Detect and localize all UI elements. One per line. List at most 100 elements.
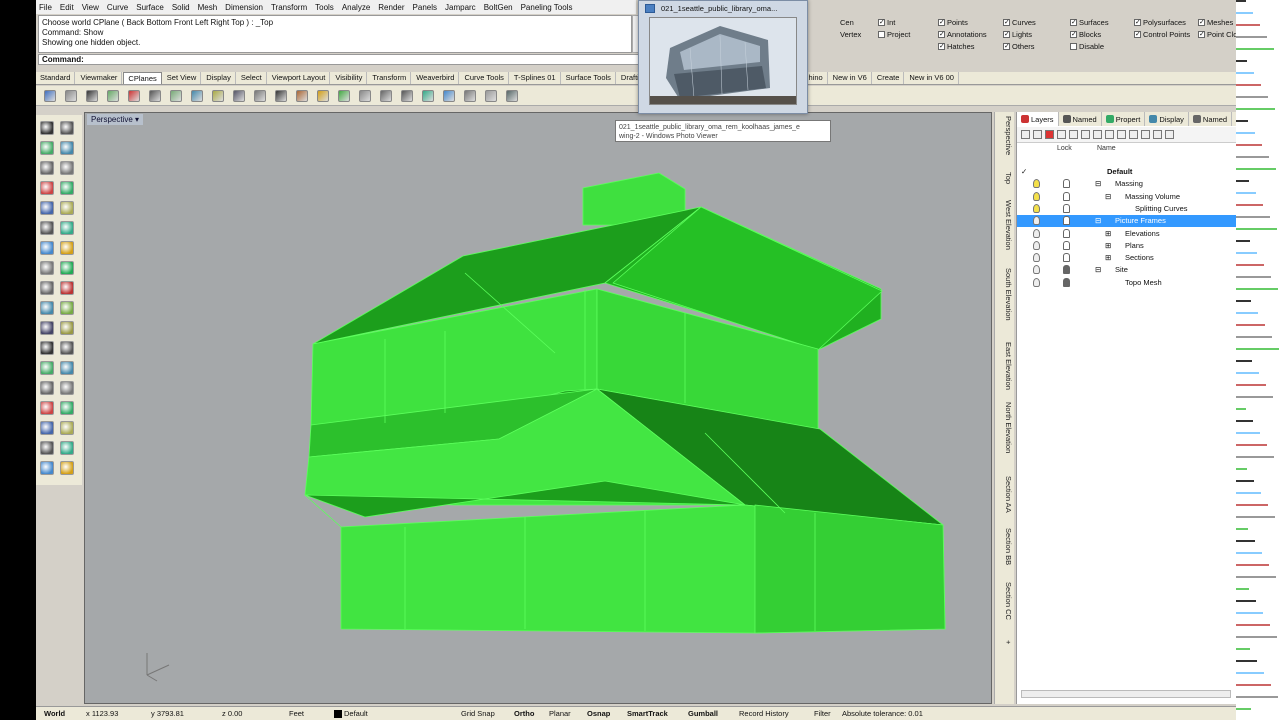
filter-point-clouds[interactable]: ✓Point Clouds — [1198, 30, 1236, 39]
drawing-tool-icon[interactable] — [60, 381, 74, 395]
tab-standard[interactable]: Standard — [36, 72, 76, 84]
menu-edit[interactable]: Edit — [60, 3, 74, 12]
menu-file[interactable]: File — [39, 3, 52, 12]
drawing-tool-icon[interactable] — [60, 361, 74, 375]
drawing-tool-icon[interactable] — [60, 401, 74, 415]
view-tab-east-elevation[interactable]: East Elevation — [997, 342, 1013, 390]
drawing-tool-icon[interactable] — [40, 361, 54, 375]
tab-new-in-v6-00[interactable]: New in V6 00 — [905, 72, 959, 84]
layer-tool-icon[interactable] — [1081, 130, 1090, 139]
drawing-tool-icon[interactable] — [40, 201, 54, 215]
layer-row[interactable]: ⊞ Elevations — [1017, 228, 1236, 240]
visibility-bulb-icon[interactable] — [1033, 228, 1040, 238]
layer-row[interactable]: ⊟ Massing — [1017, 178, 1236, 190]
grid-snap-toggle[interactable]: Grid Snap — [461, 709, 495, 718]
drawing-tool-icon[interactable] — [40, 281, 54, 295]
osnap-int[interactable]: ✓ Int — [878, 18, 895, 27]
lock-icon[interactable] — [1063, 253, 1070, 263]
visibility-bulb-icon[interactable] — [1033, 277, 1040, 287]
cplane-tool-icon[interactable] — [338, 90, 350, 102]
drawing-tool-icon[interactable] — [60, 261, 74, 275]
menu-view[interactable]: View — [82, 3, 99, 12]
add-view-tab-button[interactable]: + — [997, 640, 1013, 644]
command-input[interactable]: Command: — [38, 54, 642, 65]
layer-row[interactable]: Splitting Curves — [1017, 203, 1236, 215]
view-tab-west-elevation[interactable]: West Elevation — [997, 200, 1013, 250]
collapse-icon[interactable]: ⊟ — [1095, 179, 1101, 188]
drawing-tool-icon[interactable] — [40, 121, 54, 135]
drawing-tool-icon[interactable] — [60, 421, 74, 435]
perspective-viewport[interactable]: Perspective ▾ — [84, 112, 992, 704]
drawing-tool-icon[interactable] — [40, 161, 54, 175]
view-tab-section-bb[interactable]: Section BB — [997, 528, 1013, 565]
cplane-tool-icon[interactable] — [44, 90, 56, 102]
drawing-tool-icon[interactable] — [40, 301, 54, 315]
layer-row[interactable]: Topo Mesh — [1017, 277, 1236, 289]
menu-jamparc[interactable]: Jamparc — [445, 3, 476, 12]
drawing-tool-icon[interactable] — [60, 241, 74, 255]
drawing-tool-icon[interactable] — [60, 281, 74, 295]
cplane-tool-icon[interactable] — [464, 90, 476, 102]
expand-icon[interactable]: ⊞ — [1105, 229, 1111, 238]
layer-tool-icon[interactable] — [1129, 130, 1138, 139]
filter-control-points[interactable]: ✓ Control Points — [1134, 30, 1190, 39]
layer-tool-icon[interactable] — [1045, 130, 1054, 139]
coord-system[interactable]: World — [44, 709, 65, 718]
visibility-bulb-icon[interactable] — [1033, 240, 1040, 250]
ortho-toggle[interactable]: Ortho — [514, 709, 534, 718]
drawing-tool-icon[interactable] — [40, 241, 54, 255]
layer-row[interactable]: ⊟ Massing Volume — [1017, 191, 1236, 203]
visibility-bulb-icon[interactable] — [1033, 179, 1040, 189]
drawing-tool-icon[interactable] — [40, 321, 54, 335]
cplane-tool-icon[interactable] — [170, 90, 182, 102]
drawing-tool-icon[interactable] — [40, 341, 54, 355]
visibility-bulb-icon[interactable] — [1033, 216, 1040, 226]
menu-dimension[interactable]: Dimension — [225, 3, 263, 12]
drawing-tool-icon[interactable] — [60, 141, 74, 155]
cplane-tool-icon[interactable] — [401, 90, 413, 102]
layer-tool-icon[interactable] — [1117, 130, 1126, 139]
menu-tools[interactable]: Tools — [315, 3, 334, 12]
panel-tab-named[interactable]: Named — [1059, 112, 1102, 126]
cplane-tool-icon[interactable] — [233, 90, 245, 102]
cplane-tool-icon[interactable] — [422, 90, 434, 102]
visibility-bulb-icon[interactable] — [1033, 191, 1040, 201]
layer-tool-icon[interactable] — [1141, 130, 1150, 139]
tab-visibility[interactable]: Visibility — [331, 72, 368, 84]
cplane-tool-icon[interactable] — [485, 90, 497, 102]
filter-hatches[interactable]: ✓ Hatches — [938, 42, 975, 51]
visibility-bulb-icon[interactable] — [1033, 265, 1040, 275]
drawing-tool-icon[interactable] — [40, 261, 54, 275]
layer-tool-icon[interactable] — [1057, 130, 1066, 139]
cplane-tool-icon[interactable] — [317, 90, 329, 102]
drawing-tool-icon[interactable] — [40, 141, 54, 155]
drawing-tool-icon[interactable] — [60, 161, 74, 175]
lock-icon[interactable] — [1063, 179, 1070, 189]
visibility-bulb-icon[interactable] — [1033, 253, 1040, 263]
osnap-cen[interactable]: Cen — [840, 18, 854, 27]
menu-transform[interactable]: Transform — [271, 3, 307, 12]
layer-row[interactable]: ⊟ Picture Frames — [1017, 215, 1236, 228]
cplane-tool-icon[interactable] — [86, 90, 98, 102]
layer-row[interactable]: ✓ Default — [1017, 166, 1236, 178]
view-tab-north-elevation[interactable]: North Elevation — [997, 402, 1013, 453]
cplane-tool-icon[interactable] — [212, 90, 224, 102]
tab-surface-tools[interactable]: Surface Tools — [562, 72, 616, 84]
drawing-tool-icon[interactable] — [60, 441, 74, 455]
filter-toggle[interactable]: Filter — [814, 709, 831, 718]
smarttrack-toggle[interactable]: SmartTrack — [627, 709, 668, 718]
drawing-tool-icon[interactable] — [60, 221, 74, 235]
filter-points[interactable]: ✓ Points — [938, 18, 968, 27]
cplane-tool-icon[interactable] — [65, 90, 77, 102]
filter-curves[interactable]: ✓ Curves — [1003, 18, 1036, 27]
photo-viewer-thumbnail[interactable]: 021_1seattle_public_library_oma... — [638, 0, 808, 114]
tab-viewport-layout[interactable]: Viewport Layout — [268, 72, 331, 84]
collapse-icon[interactable]: ⊟ — [1105, 192, 1111, 201]
view-tab-south-elevation[interactable]: South Elevation — [997, 268, 1013, 321]
building-model[interactable] — [85, 113, 992, 704]
cplane-tool-icon[interactable] — [359, 90, 371, 102]
drawing-tool-icon[interactable] — [40, 421, 54, 435]
current-layer[interactable]: Default — [344, 709, 368, 718]
osnap-toggle[interactable]: Osnap — [587, 709, 610, 718]
filter-annotations[interactable]: ✓ Annotations — [938, 30, 987, 39]
